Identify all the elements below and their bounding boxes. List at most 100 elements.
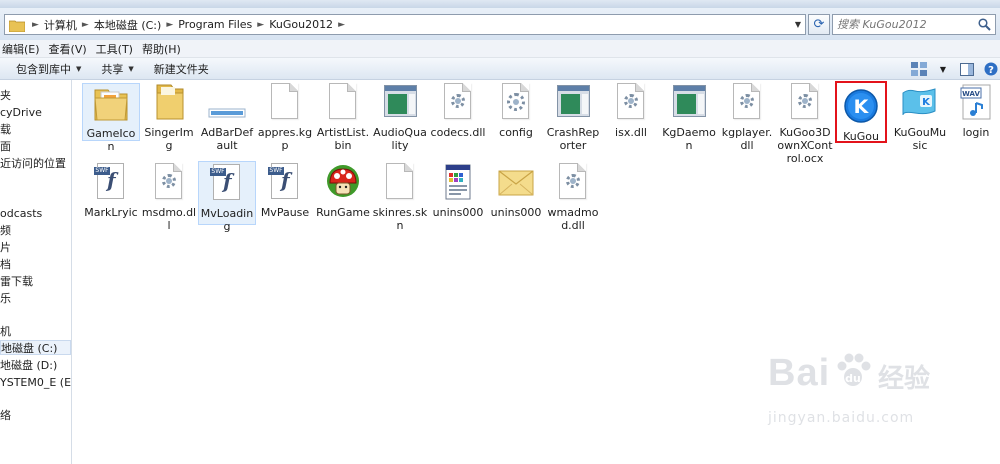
menu-help[interactable]: 帮助(H) <box>142 41 188 57</box>
dll-icon <box>438 83 478 123</box>
file-label: MvPause <box>260 206 310 219</box>
application-icon <box>669 83 709 123</box>
chevron-right-icon[interactable]: ► <box>163 20 176 30</box>
nav-item[interactable]: cyDrive <box>0 105 42 120</box>
file-gameicon[interactable]: GameIcon <box>82 83 140 153</box>
flash-icon: SWF f <box>207 164 247 204</box>
nav-item[interactable]: 夹 <box>0 88 11 103</box>
watermark: Bai du 经验 jingyan.baidu.com <box>768 350 988 440</box>
file-crashreporter[interactable]: CrashReporter <box>544 83 602 152</box>
nav-item[interactable]: 机 <box>0 324 11 339</box>
nav-item[interactable]: odcasts <box>0 206 42 221</box>
file-label: KuGouMusic <box>893 126 947 152</box>
nav-item-local-disk-c[interactable]: 地磁盘 (C:) <box>0 340 71 355</box>
watermark-brand-suffix: 经验 <box>878 364 931 394</box>
kugou-icon: K <box>841 87 881 127</box>
include-in-library-label: 包含到库中 <box>16 62 71 76</box>
nav-item[interactable]: 频 <box>0 223 11 238</box>
paw-icon: du <box>832 350 874 392</box>
uninstall-icon <box>438 163 478 203</box>
file-mvpause[interactable]: SWF f MvPause <box>256 163 314 219</box>
file-kugou[interactable]: K KuGou <box>835 81 887 143</box>
document-icon <box>323 83 363 123</box>
chevron-right-icon[interactable]: ► <box>254 20 267 30</box>
refresh-button[interactable]: ⟳ <box>808 14 830 35</box>
file-msdmo[interactable]: msdmo.dll <box>140 163 198 232</box>
file-audioquality[interactable]: AudioQuality <box>371 83 429 152</box>
document-icon <box>380 163 420 203</box>
file-kgdaemon[interactable]: KgDaemon <box>660 83 718 152</box>
file-wmadmod[interactable]: wmadmod.dll <box>544 163 602 232</box>
nav-item[interactable]: 络 <box>0 408 11 423</box>
chevron-right-icon[interactable]: ► <box>335 20 348 30</box>
nav-item[interactable]: 地磁盘 (D:) <box>0 358 57 373</box>
file-label: wmadmod.dll <box>547 206 599 232</box>
file-label: ArtistList.bin <box>316 126 370 152</box>
nav-item[interactable]: 雷下载 <box>0 274 33 289</box>
folder-icon <box>8 19 26 32</box>
navigation-pane: 夹 cyDrive 载 面 近访问的位置 odcasts 频 片 档 雷下载 乐… <box>0 80 72 464</box>
file-codecs[interactable]: codecs.dll <box>429 83 487 139</box>
chevron-down-icon[interactable]: ▼ <box>791 15 805 34</box>
file-kugoo3downxcontrol[interactable]: KuGoo3DownXControl.ocx <box>776 83 834 165</box>
menu-bar: 编辑(E) 查看(V) 工具(T) 帮助(H) <box>0 40 1000 58</box>
file-label: unins000 <box>490 206 542 219</box>
file-isx[interactable]: isx.dll <box>602 83 660 139</box>
file-skinres[interactable]: skinres.skn <box>371 163 429 232</box>
file-label: codecs.dll <box>430 126 486 139</box>
search-box[interactable] <box>832 14 996 35</box>
dll-icon <box>785 83 825 123</box>
dll-icon <box>553 163 593 203</box>
nav-item[interactable]: 片 <box>0 240 11 255</box>
nav-item[interactable]: 乐 <box>0 291 11 306</box>
nav-item[interactable]: 档 <box>0 257 11 272</box>
breadcrumb-kugou2012[interactable]: KuGou2012 <box>267 18 335 31</box>
address-bar[interactable]: ► 计算机 ► 本地磁盘 (C:) ► Program Files ► KuGo… <box>4 14 806 35</box>
file-label: KuGoo3DownXControl.ocx <box>777 126 833 165</box>
file-unins000-exe[interactable]: unins000 <box>429 163 487 219</box>
preview-pane-icon[interactable] <box>958 61 976 77</box>
file-label: kgplayer.dll <box>721 126 773 152</box>
new-folder-button[interactable]: 新建文件夹 <box>154 61 209 77</box>
file-config[interactable]: config <box>487 83 545 139</box>
nav-item[interactable]: 面 <box>0 139 11 154</box>
breadcrumb-local-disk[interactable]: 本地磁盘 (C:) <box>92 17 163 33</box>
chevron-right-icon[interactable]: ► <box>79 20 92 30</box>
nav-item[interactable]: 载 <box>0 122 11 137</box>
menu-view[interactable]: 查看(V) <box>49 41 94 57</box>
share-button[interactable]: 共享 ▼ <box>101 61 133 77</box>
file-mvloading[interactable]: SWF f MvLoading <box>198 161 256 233</box>
help-icon[interactable]: ? <box>982 61 1000 77</box>
file-adbardefault[interactable]: AdBarDefault <box>198 83 256 152</box>
breadcrumb-computer[interactable]: 计算机 <box>42 17 79 33</box>
menu-edit[interactable]: 编辑(E) <box>2 41 47 57</box>
breadcrumb-program-files[interactable]: Program Files <box>176 18 254 31</box>
file-marklyric[interactable]: SWF f MarkLryic <box>82 163 140 219</box>
file-artistlist[interactable]: ArtistList.bin <box>314 83 372 152</box>
mushroom-icon <box>323 163 363 203</box>
search-input[interactable] <box>837 18 972 31</box>
view-options-icon[interactable] <box>910 61 928 77</box>
include-in-library-button[interactable]: 包含到库中 ▼ <box>16 61 81 77</box>
file-rungame[interactable]: RunGame <box>314 163 372 219</box>
file-singerimg[interactable]: SingerImg <box>140 83 198 152</box>
svg-text:K: K <box>854 96 870 118</box>
flash-icon: SWF f <box>265 163 305 203</box>
svg-text:WAV: WAV <box>962 90 980 98</box>
file-appres[interactable]: appres.kgp <box>256 83 314 152</box>
file-unins000-dat[interactable]: unins000 <box>487 163 545 219</box>
menu-tools[interactable]: 工具(T) <box>96 41 140 57</box>
file-login[interactable]: WAV login <box>947 83 1000 139</box>
file-label: login <box>962 126 990 139</box>
chevron-down-icon[interactable]: ▼ <box>934 61 952 77</box>
nav-item[interactable]: YSTEM0_E (E:) <box>0 375 71 390</box>
search-icon[interactable] <box>978 18 991 31</box>
kugou-music-icon: K <box>900 83 940 123</box>
application-icon <box>553 83 593 123</box>
file-kugoumusic[interactable]: K KuGouMusic <box>891 83 949 152</box>
file-kgplayer[interactable]: kgplayer.dll <box>718 83 776 152</box>
chevron-right-icon[interactable]: ► <box>29 20 42 30</box>
nav-item[interactable]: 近访问的位置 <box>0 156 66 171</box>
document-icon <box>265 83 305 123</box>
file-label: KgDaemon <box>662 126 716 152</box>
